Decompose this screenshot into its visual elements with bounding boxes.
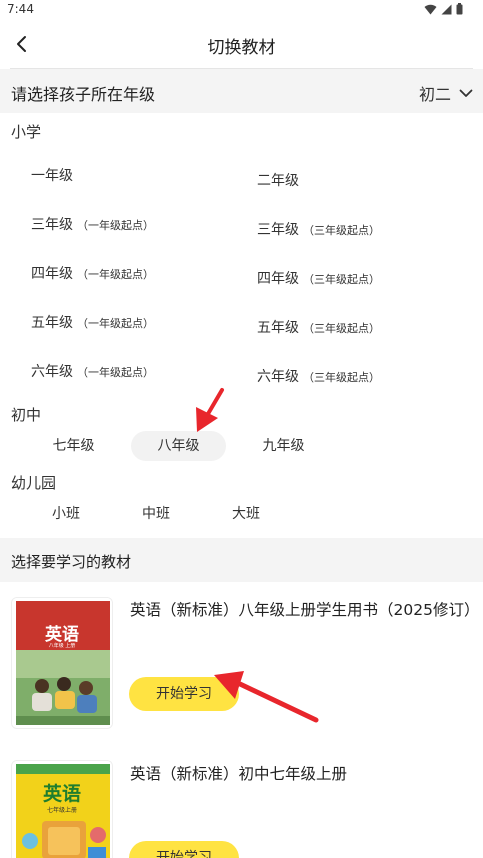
- book-title[interactable]: 英语（新标准）初中七年级上册: [130, 763, 475, 785]
- grade-bar-label: 请选择孩子所在年级: [11, 85, 156, 104]
- grade-item[interactable]: 一年级: [31, 165, 77, 185]
- textbook-section-header: 选择要学习的教材: [0, 538, 483, 582]
- section-title-middle: 初中: [11, 406, 42, 424]
- kindergarten-pill-large[interactable]: 大班: [216, 499, 276, 529]
- section-title-primary: 小学: [11, 123, 42, 141]
- grade-item-sub: （一年级起点）: [77, 317, 154, 330]
- nav-bar: 切换教材: [0, 20, 483, 68]
- grade-item[interactable]: 五年级 （一年级起点）: [31, 312, 154, 332]
- book-cover-subtitle: 八年级 上册: [48, 643, 76, 649]
- book-cover-image: [12, 598, 112, 728]
- textbook-section-title: 选择要学习的教材: [11, 553, 132, 571]
- grade-item-sub: （三年级起点）: [303, 371, 380, 384]
- grade-item-label: 五年级: [31, 315, 73, 331]
- grade-item[interactable]: 四年级 （三年级起点）: [257, 268, 380, 288]
- start-learning-button[interactable]: 开始学习: [129, 677, 239, 711]
- grade-pill-9[interactable]: 九年级: [236, 431, 331, 461]
- grade-item[interactable]: 六年级 （三年级起点）: [257, 366, 380, 386]
- section-title-kindergarten: 幼儿园: [11, 474, 57, 492]
- grade-item-label: 六年级: [31, 364, 73, 380]
- grade-pill-7[interactable]: 七年级: [26, 431, 121, 461]
- page-title: 切换教材: [207, 38, 276, 58]
- grade-item-label: 三年级: [257, 222, 299, 238]
- grade-item-sub: （三年级起点）: [303, 273, 380, 286]
- book-cover[interactable]: 英语 七年级上册: [11, 760, 113, 858]
- grade-pill-8-selected[interactable]: 八年级: [131, 431, 226, 461]
- grade-dropdown[interactable]: 初二: [419, 81, 473, 105]
- grade-item[interactable]: 六年级 （一年级起点）: [31, 361, 154, 381]
- start-learning-button[interactable]: 开始学习: [129, 841, 239, 858]
- signal-icon: [441, 4, 452, 14]
- book-title[interactable]: 英语（新标准）八年级上册学生用书（2025修订）: [130, 599, 479, 621]
- grade-item-label: 三年级: [31, 217, 73, 233]
- grade-item-sub: （一年级起点）: [77, 268, 154, 281]
- grade-item[interactable]: 四年级 （一年级起点）: [31, 263, 154, 283]
- grade-item[interactable]: 三年级 （三年级起点）: [257, 219, 380, 239]
- status-time: 7:44: [7, 2, 34, 16]
- grade-dropdown-value: 初二: [418, 85, 451, 104]
- grade-bar: 请选择孩子所在年级 初二: [0, 69, 483, 113]
- chevron-down-icon: [459, 89, 473, 97]
- book-cover-subtitle: 七年级上册: [46, 807, 77, 814]
- grade-item[interactable]: 五年级 （三年级起点）: [257, 317, 380, 337]
- grade-item-label: 二年级: [257, 173, 299, 189]
- book-cover-title: 英语: [42, 783, 81, 805]
- grade-item-sub: （一年级起点）: [77, 219, 154, 232]
- book-cover[interactable]: 英语 八年级 上册: [11, 597, 113, 729]
- status-bar: 7:44: [0, 0, 483, 20]
- grade-item-label: 五年级: [257, 320, 299, 336]
- grade-item-sub: （一年级起点）: [77, 366, 154, 379]
- kindergarten-pill-small[interactable]: 小班: [36, 499, 96, 529]
- kindergarten-pill-middle[interactable]: 中班: [126, 499, 186, 529]
- grade-item-sub: （三年级起点）: [303, 322, 380, 335]
- wifi-icon: [424, 4, 437, 14]
- grade-item-sub: （三年级起点）: [303, 224, 380, 237]
- battery-icon: [456, 3, 463, 15]
- grade-item-label: 一年级: [31, 168, 73, 184]
- grade-item[interactable]: 二年级: [257, 170, 303, 190]
- annotation-arrows: [196, 388, 319, 723]
- status-icons: [424, 3, 463, 15]
- grade-item-label: 四年级: [257, 271, 299, 287]
- grade-item[interactable]: 三年级 （一年级起点）: [31, 214, 154, 234]
- red-arrow-icon: [196, 388, 224, 432]
- grade-item-label: 四年级: [31, 266, 73, 282]
- grade-item-label: 六年级: [257, 369, 299, 385]
